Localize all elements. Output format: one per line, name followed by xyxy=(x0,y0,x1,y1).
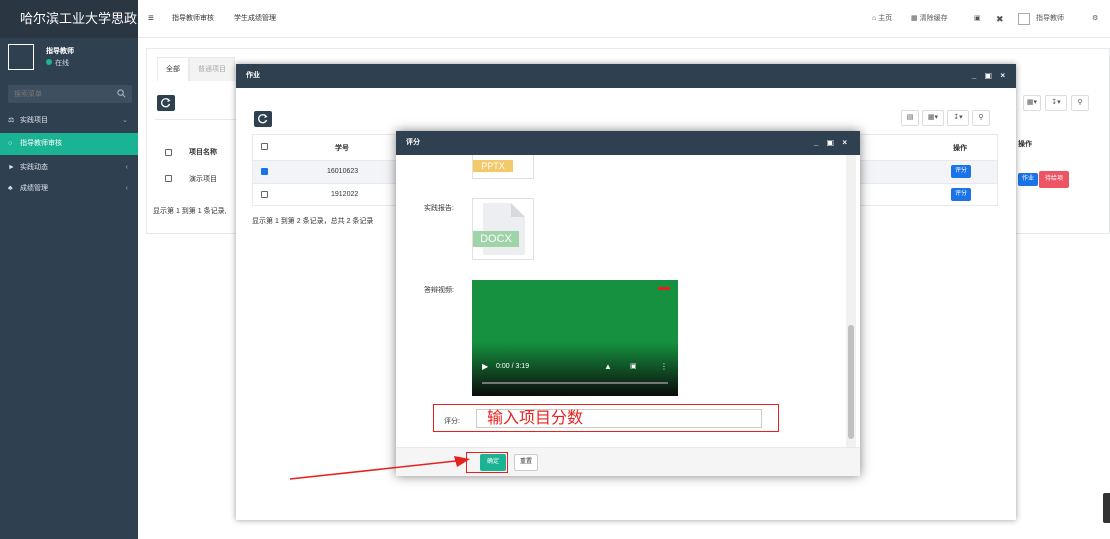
tab-normal-projects[interactable]: 普通项目 xyxy=(189,57,235,81)
avatar[interactable] xyxy=(8,44,34,70)
scrollbar-thumb[interactable] xyxy=(848,325,854,439)
online-dot-icon xyxy=(46,59,52,65)
avatar[interactable] xyxy=(1018,13,1030,25)
column-header-action: 操作 xyxy=(953,145,967,152)
columns-button[interactable]: ▦▾ xyxy=(1023,95,1041,111)
column-header-action: 操作 xyxy=(1018,141,1032,148)
minimize-icon[interactable]: _ xyxy=(972,71,979,80)
sidebar-item-grade-management[interactable]: ♣ 成绩管理 ‹ xyxy=(0,178,138,200)
content-tabs: 全部 普通项目 xyxy=(157,57,235,81)
score-label: 评分: xyxy=(444,418,460,425)
sidebar: 哈尔滨工业大学思政 指导教师 在线 ⚖ 实践项目 ⌄ ○ 指导教师审核 ► 实践… xyxy=(0,0,138,539)
maximize-icon[interactable]: ▣ xyxy=(827,138,838,147)
sidebar-search-input[interactable] xyxy=(8,85,108,103)
table-summary: 显示第 1 到第 2 条记录，总共 2 条记录 xyxy=(252,218,374,225)
maximize-icon[interactable]: ▣ xyxy=(985,71,996,80)
score-modal-title: 评分 _ ▣ × xyxy=(396,131,860,155)
report-label: 实践报告: xyxy=(424,205,454,212)
score-modal-body: PPTX 实践报告: DOCX 答辩视频: ▶ 0:00 / 3:19 ▲ ▣ … xyxy=(396,155,860,447)
minimize-icon[interactable]: _ xyxy=(814,138,821,147)
docx-file-icon[interactable]: DOCX xyxy=(472,198,534,260)
expand-icon[interactable]: ✖ xyxy=(996,0,1004,38)
video-time: 0:00 / 3:19 xyxy=(496,363,530,370)
video-progress-bar[interactable] xyxy=(482,382,668,384)
select-all-checkbox[interactable] xyxy=(261,143,268,150)
column-header-student-id: 学号 xyxy=(335,145,349,152)
app-logo: 哈尔滨工业大学思政 xyxy=(0,0,138,38)
user-menu[interactable]: 指导教师 xyxy=(1036,0,1064,38)
close-icon[interactable]: × xyxy=(1000,71,1008,80)
pending-button[interactable]: 待给项 xyxy=(1039,171,1070,188)
sidebar-item-practice-news[interactable]: ► 实践动态 ‹ xyxy=(0,157,138,179)
user-profile: 指导教师 在线 xyxy=(0,38,138,80)
home-icon: ⌂ xyxy=(872,15,877,22)
more-options-icon[interactable]: ⋮ xyxy=(660,362,668,371)
refresh-button[interactable] xyxy=(157,95,175,111)
columns-button[interactable]: ▦▾ xyxy=(922,110,944,126)
sidebar-item-teacher-review[interactable]: ○ 指导教师审核 xyxy=(0,133,138,155)
close-icon[interactable]: × xyxy=(842,138,850,147)
student-id-cell: 16010623 xyxy=(327,168,359,175)
refresh-button[interactable] xyxy=(254,111,272,127)
play-icon[interactable]: ▶ xyxy=(482,362,488,371)
menu-toggle-icon[interactable]: ≡ xyxy=(148,0,154,38)
video-watermark xyxy=(658,287,670,290)
window-controls: _ ▣ × xyxy=(972,64,1008,88)
project-name-cell: 演示项目 xyxy=(189,176,217,183)
tab-teacher-review[interactable]: 指导教师审核 xyxy=(172,0,214,38)
video-player[interactable]: ▶ 0:00 / 3:19 ▲ ▣ ⋮ xyxy=(472,280,678,396)
gear-icon[interactable]: ⚙ xyxy=(1092,0,1098,38)
table-view-button[interactable]: ▤ xyxy=(901,110,919,126)
homework-button[interactable]: 作业 xyxy=(1018,173,1039,186)
user-status: 在线 xyxy=(46,58,69,68)
scrollbar[interactable] xyxy=(846,155,856,447)
fullscreen-icon[interactable]: ▣ xyxy=(630,362,637,370)
search-icon[interactable]: ⚲ xyxy=(1071,95,1089,111)
row-checkbox[interactable] xyxy=(165,175,172,182)
student-id-cell: 1912022 xyxy=(331,191,359,198)
user-name: 指导教师 xyxy=(46,48,74,55)
table-summary: 显示第 1 到第 1 条记录, xyxy=(153,208,227,215)
chevron-down-icon: ⌄ xyxy=(122,117,128,124)
circle-icon: ○ xyxy=(8,140,13,147)
row-checkbox[interactable] xyxy=(261,191,268,198)
side-handle[interactable] xyxy=(1103,493,1110,523)
tab-student-grades[interactable]: 学生成绩管理 xyxy=(234,0,276,38)
pptx-file-icon[interactable]: PPTX xyxy=(472,155,534,179)
row-checkbox[interactable] xyxy=(165,149,172,156)
volume-icon[interactable]: ▲ xyxy=(604,362,612,371)
confirm-button[interactable]: 确定 xyxy=(480,454,507,471)
tab-all[interactable]: 全部 xyxy=(157,57,189,81)
chevron-left-icon: ‹ xyxy=(125,185,128,192)
trash-icon: ▦ xyxy=(911,15,918,22)
search-icon[interactable] xyxy=(117,89,126,98)
score-button[interactable]: 评分 xyxy=(951,165,972,178)
column-header-project-name: 项目名称 xyxy=(189,149,217,156)
score-button[interactable]: 评分 xyxy=(951,188,972,201)
home-link[interactable]: ⌂ 主页 xyxy=(872,0,892,38)
volume-icon: ► xyxy=(8,164,15,171)
export-button[interactable]: ↧▾ xyxy=(1045,95,1067,111)
fullscreen-icon[interactable]: ▣ xyxy=(974,0,981,38)
reset-button[interactable]: 重置 xyxy=(514,454,539,471)
graduation-cap-icon: ⚖ xyxy=(8,117,15,124)
sidebar-search xyxy=(8,85,132,103)
video-label: 答辩视频: xyxy=(424,287,454,294)
row-checkbox[interactable] xyxy=(261,168,268,175)
leaf-icon: ♣ xyxy=(8,185,13,192)
window-controls: _ ▣ × xyxy=(814,131,850,155)
clear-cache-link[interactable]: ▦ 清除缓存 xyxy=(911,0,948,38)
annotation-arrow xyxy=(289,456,470,480)
score-input[interactable]: 输入项目分数 xyxy=(476,409,762,428)
homework-modal-title: 作业 _ ▣ × xyxy=(236,64,1016,88)
chevron-left-icon: ‹ xyxy=(125,164,128,171)
score-modal: 评分 _ ▣ × PPTX 实践报告: DOCX 答辩视频: ▶ 0:00 / … xyxy=(396,131,860,476)
export-button[interactable]: ↧▾ xyxy=(947,110,969,126)
search-icon[interactable]: ⚲ xyxy=(972,110,990,126)
sidebar-item-practice-projects[interactable]: ⚖ 实践项目 ⌄ xyxy=(0,110,138,132)
top-bar: ≡ 指导教师审核 学生成绩管理 ⌂ 主页 ▦ 清除缓存 ▣ ✖ 指导教师 ⚙ xyxy=(138,0,1110,38)
